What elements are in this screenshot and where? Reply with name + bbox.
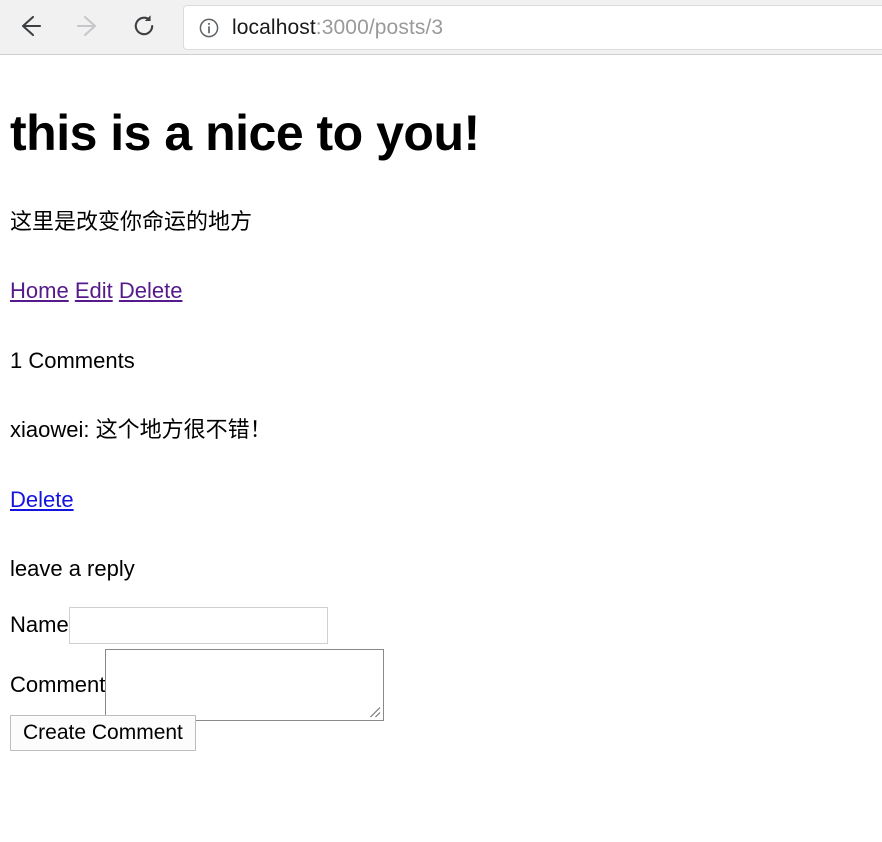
page-title: this is a nice to you! — [10, 105, 480, 161]
comment-item: xiaowei: 这个地方很不错！ — [10, 417, 272, 442]
reload-icon — [130, 12, 158, 45]
comment-field-row: Comment — [10, 648, 385, 721]
address-bar[interactable]: localhost:3000/posts/3 — [183, 5, 882, 50]
address-bar-text: localhost:3000/posts/3 — [232, 16, 443, 40]
url-path: :3000/posts/3 — [315, 15, 444, 39]
comment-textarea[interactable] — [105, 648, 385, 721]
url-host: localhost — [232, 15, 316, 39]
post-action-links: Home Edit Delete — [10, 277, 872, 305]
comment-label: Comment — [10, 671, 106, 697]
post-body: 这里是改变你命运的地方 — [10, 208, 253, 234]
delete-comment-link[interactable]: Delete — [10, 487, 74, 512]
browser-toolbar: localhost:3000/posts/3 — [0, 0, 882, 55]
forward-arrow-icon — [74, 12, 102, 45]
comments-count: 1 Comments — [10, 347, 135, 373]
comment-textarea-wrapper — [105, 648, 385, 721]
site-info-icon[interactable] — [198, 17, 220, 39]
edit-post-link[interactable]: Edit — [75, 278, 113, 303]
leave-a-reply-heading: leave a reply — [10, 556, 135, 581]
comment-delete-row: Delete — [10, 486, 872, 514]
page-content: this is a nice to you! 这里是改变你命运的地方 Home … — [0, 56, 882, 757]
name-label: Name — [10, 612, 69, 637]
name-input[interactable] — [68, 606, 328, 644]
back-arrow-icon — [16, 12, 44, 45]
home-link[interactable]: Home — [10, 278, 69, 303]
comment-form: Name Comment Create Comment — [10, 606, 872, 757]
name-field-row: Name — [10, 606, 328, 644]
create-comment-button[interactable]: Create Comment — [10, 714, 196, 751]
back-button[interactable] — [8, 6, 52, 50]
delete-post-link[interactable]: Delete — [119, 278, 183, 303]
reload-button[interactable] — [122, 6, 166, 50]
forward-button — [66, 6, 110, 50]
